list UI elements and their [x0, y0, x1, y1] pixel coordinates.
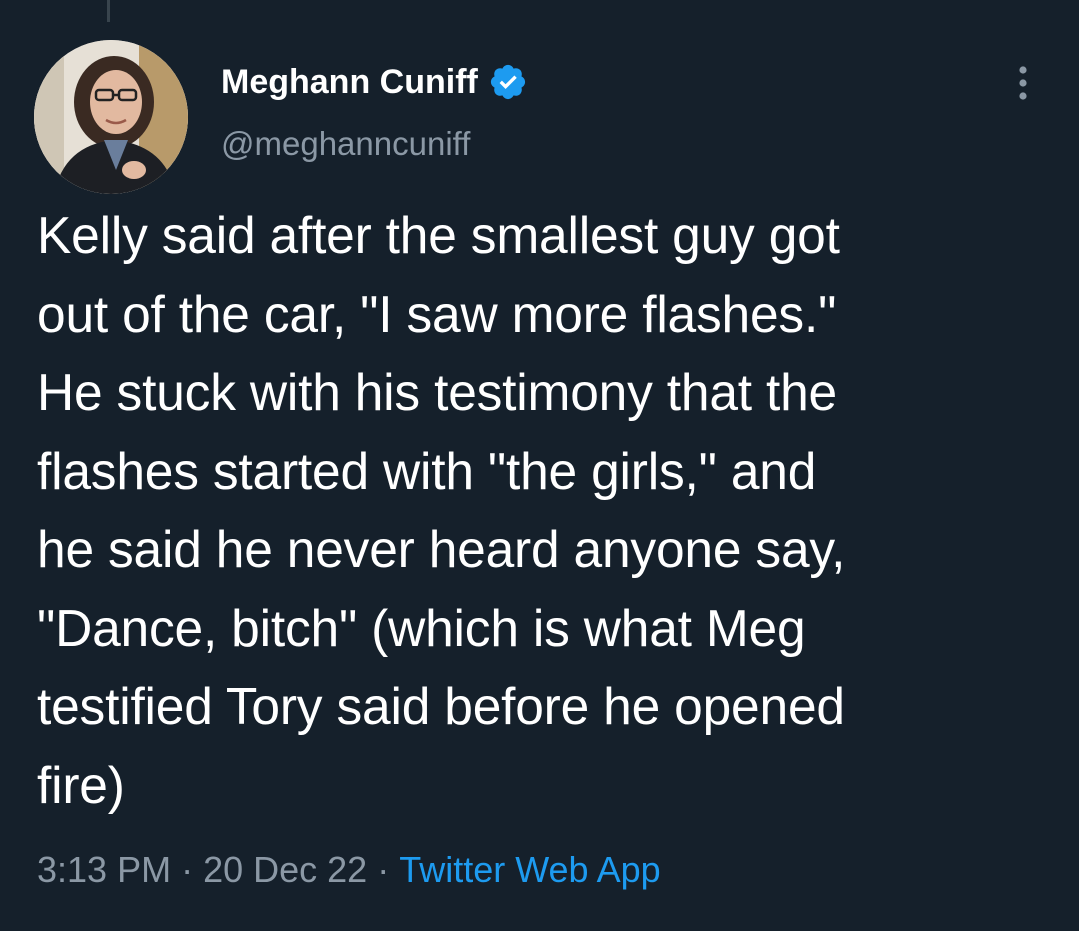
- avatar[interactable]: [34, 40, 188, 194]
- tweet-text: Kelly said after the smallest guy got ou…: [37, 206, 846, 814]
- user-handle[interactable]: @meghanncuniff: [221, 124, 470, 164]
- verified-badge-icon: [488, 62, 528, 102]
- author-name-row: Meghann Cuniff: [221, 62, 528, 102]
- separator-dot: ·: [181, 849, 194, 890]
- avatar-image: [34, 40, 188, 194]
- more-options-icon[interactable]: [1008, 62, 1038, 106]
- thread-connector-line: [107, 0, 110, 22]
- tweet-time[interactable]: 3:13 PM: [37, 849, 171, 890]
- separator-dot: ·: [377, 849, 390, 890]
- tweet-date[interactable]: 20 Dec 22: [203, 849, 367, 890]
- tweet-source-link[interactable]: Twitter Web App: [399, 849, 660, 890]
- tweet-metadata: 3:13 PM · 20 Dec 22 · Twitter Web App: [37, 846, 661, 894]
- display-name[interactable]: Meghann Cuniff: [221, 62, 478, 102]
